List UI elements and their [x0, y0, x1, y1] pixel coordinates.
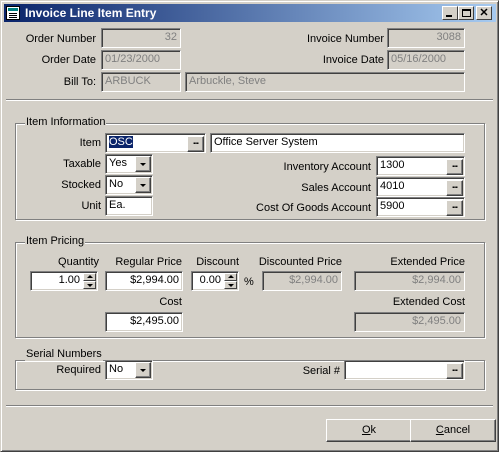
header-separator — [6, 99, 493, 101]
sales-account-field[interactable]: 4010 ... — [376, 177, 465, 197]
invoice-line-item-window: Invoice Line Item Entry ✕ Order Number 3… — [0, 0, 499, 452]
window-title: Invoice Line Item Entry — [25, 6, 157, 20]
order-number-field: 32 — [101, 28, 181, 48]
serial-number-lookup-button[interactable]: ... — [446, 363, 463, 379]
order-number-label: Order Number — [25, 33, 96, 45]
inventory-account-label: Inventory Account — [283, 161, 371, 173]
item-label: Item — [79, 137, 101, 149]
invoice-number-field: 3088 — [387, 28, 465, 48]
sales-account-label: Sales Account — [301, 182, 371, 194]
item-information-title: Item Information — [25, 116, 107, 129]
extended-price-label: Extended Price — [390, 256, 465, 268]
maximize-button[interactable] — [458, 6, 474, 20]
unit-label: Unit — [81, 200, 101, 212]
stocked-select[interactable]: No — [105, 175, 153, 195]
form-icon — [6, 6, 20, 20]
cogs-account-value: 5900 — [380, 200, 405, 212]
cogs-account-field[interactable]: 5900 ... — [376, 197, 465, 217]
taxable-select[interactable]: Yes — [105, 154, 153, 174]
stocked-value: No — [109, 178, 124, 190]
discount-value: 0.00 — [199, 274, 221, 286]
inventory-account-lookup-button[interactable]: ... — [446, 159, 463, 175]
bill-to-name-field: Arbuckle, Steve — [185, 72, 465, 92]
cancel-accelerator: C — [435, 424, 444, 436]
serial-number-field[interactable]: ... — [344, 360, 465, 380]
quantity-label: Quantity — [58, 256, 99, 268]
required-value: No — [109, 363, 124, 375]
invoice-number-label: Invoice Number — [306, 33, 384, 45]
inventory-account-value: 1300 — [380, 159, 405, 171]
sales-account-value: 4010 — [380, 180, 405, 192]
extended-price-field: $2,994.00 — [354, 271, 465, 291]
taxable-label: Taxable — [63, 158, 101, 170]
minimize-icon — [446, 15, 452, 17]
invoice-date-label: Invoice Date — [322, 54, 384, 66]
required-label: Required — [56, 364, 101, 376]
item-description-field[interactable]: Office Server System — [210, 133, 465, 153]
ok-accelerator: O — [361, 424, 371, 436]
bill-to-label: Bill To: — [63, 76, 96, 88]
discounted-price-label: Discounted Price — [258, 256, 342, 268]
regular-price-field[interactable]: $2,994.00 — [105, 271, 183, 291]
item-code-field[interactable]: OSC ... — [105, 133, 206, 153]
maximize-icon — [462, 9, 471, 17]
percent-sign: % — [244, 276, 254, 288]
regular-price-label: Regular Price — [115, 256, 182, 268]
stocked-dropdown-button[interactable] — [135, 177, 151, 193]
cost-label: Cost — [159, 296, 182, 308]
order-date-field: 01/23/2000 — [101, 50, 181, 70]
unit-field[interactable]: Ea. — [105, 196, 153, 216]
required-select[interactable]: No — [105, 360, 153, 380]
taxable-value: Yes — [109, 157, 127, 169]
inventory-account-field[interactable]: 1300 ... — [376, 156, 465, 176]
item-lookup-button[interactable]: ... — [187, 136, 204, 152]
extended-cost-label: Extended Cost — [392, 296, 465, 308]
close-button[interactable]: ✕ — [476, 6, 492, 20]
extended-cost-field: $2,495.00 — [354, 312, 465, 332]
cogs-account-lookup-button[interactable]: ... — [446, 200, 463, 216]
invoice-date-field: 05/16/2000 — [387, 50, 465, 70]
cost-field[interactable]: $2,495.00 — [105, 312, 183, 332]
ok-label-rest: k — [370, 424, 377, 436]
footer-separator — [6, 405, 493, 407]
item-code-value: OSC — [109, 136, 133, 148]
required-dropdown-button[interactable] — [135, 362, 151, 378]
cogs-account-label: Cost Of Goods Account — [256, 202, 371, 214]
cancel-label-rest: ancel — [443, 424, 471, 436]
title-bar[interactable]: Invoice Line Item Entry ✕ — [4, 4, 496, 22]
quantity-up-button[interactable] — [83, 273, 96, 281]
quantity-field[interactable]: 1.00 — [30, 271, 98, 291]
discount-field[interactable]: 0.00 — [191, 271, 239, 291]
quantity-stepper[interactable] — [83, 273, 96, 289]
bill-to-code-field: ARBUCK — [101, 72, 181, 92]
sales-account-lookup-button[interactable]: ... — [446, 180, 463, 196]
discount-label: Discount — [196, 256, 239, 268]
discount-stepper[interactable] — [224, 273, 237, 289]
serial-number-label: Serial # — [302, 365, 340, 377]
close-icon: ✕ — [479, 7, 489, 19]
ok-button[interactable]: Ok — [326, 419, 412, 442]
order-date-label: Order Date — [41, 54, 96, 66]
cancel-button[interactable]: Cancel — [410, 419, 496, 442]
taxable-dropdown-button[interactable] — [135, 156, 151, 172]
discount-up-button[interactable] — [224, 273, 237, 281]
serial-numbers-title: Serial Numbers — [25, 348, 103, 361]
item-pricing-title: Item Pricing — [25, 235, 86, 248]
discounted-price-field: $2,994.00 — [262, 271, 342, 291]
quantity-down-button[interactable] — [83, 281, 96, 289]
stocked-label: Stocked — [61, 179, 101, 191]
minimize-button[interactable] — [442, 6, 458, 20]
discount-down-button[interactable] — [224, 281, 237, 289]
quantity-value: 1.00 — [58, 274, 80, 286]
